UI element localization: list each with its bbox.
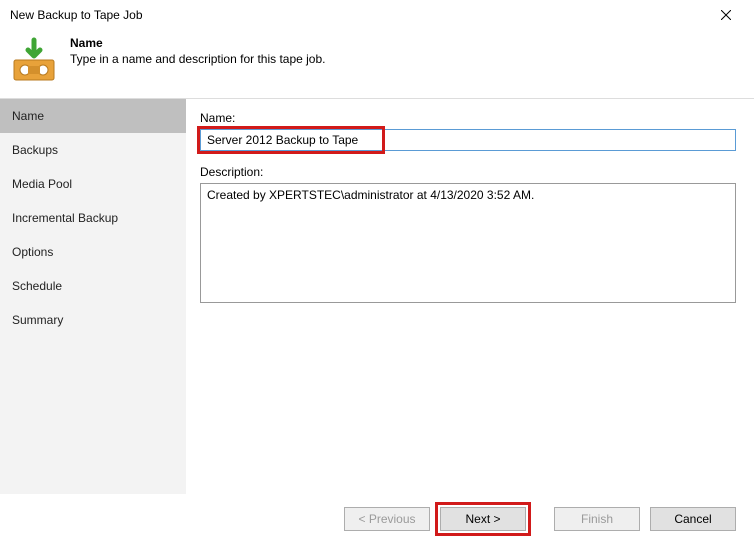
- sidebar-item-options[interactable]: Options: [0, 235, 186, 269]
- tape-job-icon: [10, 36, 58, 84]
- sidebar-item-media-pool[interactable]: Media Pool: [0, 167, 186, 201]
- cancel-button[interactable]: Cancel: [650, 507, 736, 531]
- previous-button: < Previous: [344, 507, 430, 531]
- wizard-header: Name Type in a name and description for …: [0, 30, 754, 98]
- sidebar-item-summary[interactable]: Summary: [0, 303, 186, 337]
- sidebar-item-name[interactable]: Name: [0, 99, 186, 133]
- header-subtitle: Type in a name and description for this …: [70, 52, 326, 66]
- sidebar-item-schedule[interactable]: Schedule: [0, 269, 186, 303]
- sidebar-item-backups[interactable]: Backups: [0, 133, 186, 167]
- wizard-main-panel: Name: Description:: [186, 98, 754, 494]
- close-button[interactable]: [706, 1, 746, 29]
- description-textarea[interactable]: [200, 183, 736, 303]
- finish-button: Finish: [554, 507, 640, 531]
- description-label: Description:: [200, 165, 736, 179]
- wizard-footer: < Previous Next > Finish Cancel: [0, 494, 754, 544]
- sidebar-item-incremental-backup[interactable]: Incremental Backup: [0, 201, 186, 235]
- next-button[interactable]: Next >: [440, 507, 526, 531]
- header-title: Name: [70, 36, 326, 50]
- window-title: New Backup to Tape Job: [10, 8, 143, 22]
- wizard-steps-sidebar: Name Backups Media Pool Incremental Back…: [0, 98, 186, 494]
- name-label: Name:: [200, 111, 736, 125]
- name-input[interactable]: [200, 129, 736, 151]
- close-icon: [721, 10, 731, 20]
- titlebar: New Backup to Tape Job: [0, 0, 754, 30]
